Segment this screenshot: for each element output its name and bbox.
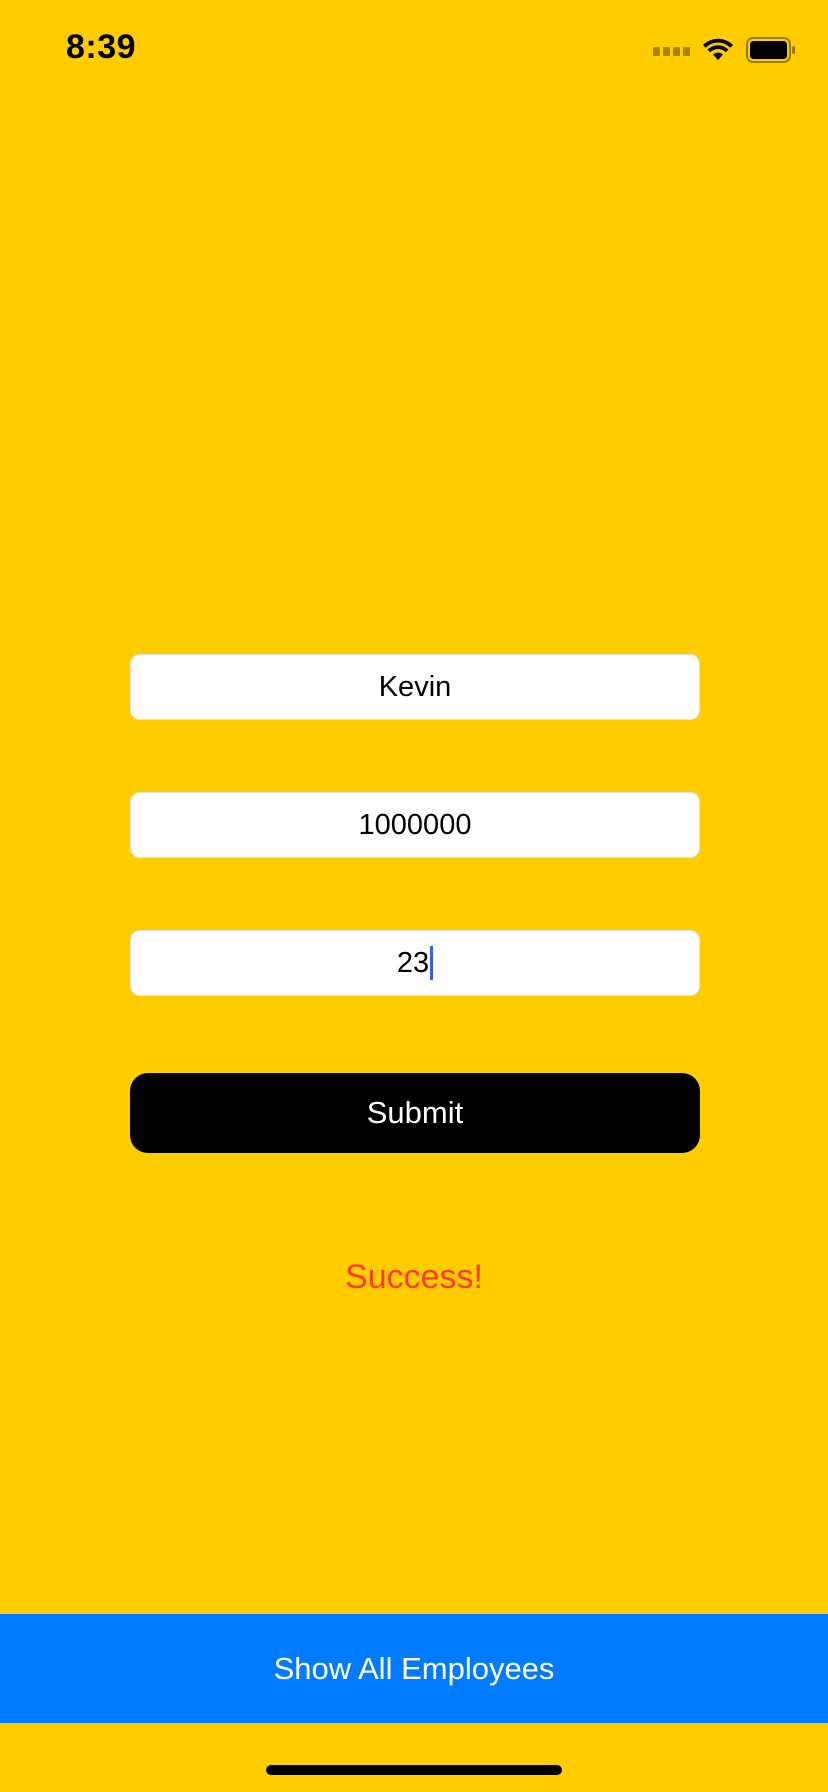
name-field-value: Kevin [378, 670, 452, 703]
submit-button[interactable]: Submit [130, 1073, 700, 1153]
salary-field-value: 1000000 [358, 808, 472, 841]
salary-field[interactable]: 1000000 [130, 792, 700, 858]
wifi-icon [702, 38, 734, 62]
status-icons [653, 36, 796, 64]
cellular-signal-icon [653, 44, 690, 56]
submit-button-label: Submit [366, 1095, 464, 1130]
show-all-employees-label: Show All Employees [273, 1650, 555, 1686]
battery-icon [746, 37, 796, 63]
show-all-employees-button[interactable]: Show All Employees [0, 1614, 828, 1723]
text-caret [430, 946, 434, 980]
status-message: Success! [345, 1258, 483, 1296]
age-field[interactable]: 23 [130, 930, 700, 996]
status-time: 8:39 [66, 28, 137, 66]
home-indicator[interactable] [266, 1765, 562, 1775]
name-field[interactable]: Kevin [130, 654, 700, 720]
age-field-value: 23 [396, 946, 430, 979]
